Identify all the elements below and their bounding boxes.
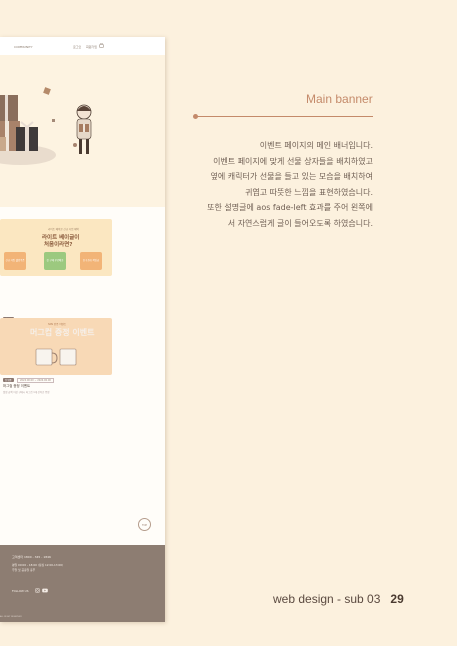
top-button[interactable]: TOP xyxy=(138,518,151,531)
card-banner-small: 라이트 베이글 신규 가입 혜택 xyxy=(48,228,79,231)
nav-community[interactable]: COMMUNITY xyxy=(14,45,33,49)
main-banner xyxy=(0,55,165,207)
footer-phone: 고객센터 1800 - 345 - 1846 xyxy=(12,555,51,559)
description-line: 이벤트 페이지의 메인 배너입니다. xyxy=(259,141,373,150)
youtube-icon[interactable] xyxy=(42,588,48,593)
status-badge: 진행중 xyxy=(3,378,14,382)
event-card-title[interactable]: 머그컵 증정 이벤트 xyxy=(3,383,30,388)
cart-icon[interactable] xyxy=(99,43,104,48)
section-heading: Main banner xyxy=(306,92,373,106)
description-line: 이벤트 페이지에 맞게 선물 상자들을 배치하였고 xyxy=(213,156,373,166)
mockup-header: COMMUNITY 로그인 회원가입 xyxy=(0,37,165,55)
footer-copyright: ALL RIGHT RESERVED xyxy=(0,616,22,618)
description-line: 서 자연스럽게 글이 들어오도록 하였습니다. xyxy=(227,218,373,228)
character-illustration xyxy=(76,104,92,154)
nav-login[interactable]: 로그인 xyxy=(73,45,81,49)
card-banner-small: SNS 인증 이벤트 xyxy=(48,323,67,326)
description-line: 또한 설명글에 aos fade-left 효과를 주어 왼쪽에 xyxy=(207,203,373,213)
description-line: 옆에 캐릭터가 선물을 들고 있는 모습을 배치하여 xyxy=(210,172,373,182)
benefit-chip-3: 친구초대 적립금 xyxy=(80,252,102,270)
footer-follow-label: FOLLOW US xyxy=(12,589,29,593)
card-banner-title: 머그컵 증정 이벤트 xyxy=(30,328,95,337)
description-text: 이벤트 페이지의 메인 배너입니다. 이벤트 페이지에 맞게 선물 상자들을 배… xyxy=(207,138,373,232)
benefit-chip-2: 첫 구매 무료배송 xyxy=(44,252,66,270)
event-card-signup-banner[interactable]: 라이트 베이글 신규 가입 혜택 라이트 베이글이 처음이라면? 신규 가입 웰… xyxy=(0,219,112,276)
footer-hours-2: 주말 및 공휴일 휴무 xyxy=(12,568,36,572)
event-card-desc: 일정 금액 이상 구매시 머그컵 1개 선착순 증정 xyxy=(3,391,50,394)
page-footer-label: web design - sub 03 xyxy=(273,592,381,606)
website-mockup: COMMUNITY 로그인 회원가입 라이트 베이글 신규 가입 혜택 라이트 … xyxy=(0,37,165,622)
event-card-mug-banner[interactable]: SNS 인증 이벤트 머그컵 증정 이벤트 xyxy=(0,318,112,375)
mug-illustration xyxy=(35,348,77,366)
page-number: 29 xyxy=(390,592,404,606)
footer-hours-1: 평일 09:00 - 18:00 (점심 12:00-13:00) xyxy=(12,563,64,567)
divider-line xyxy=(195,116,373,117)
description-line: 귀엽고 따뜻한 느낌을 표현하였습니다. xyxy=(245,187,373,197)
mockup-footer: 고객센터 1800 - 345 - 1846 평일 09:00 - 18:00 … xyxy=(0,545,165,622)
benefit-chip-1: 신규 가입 웰컴쿠폰 xyxy=(4,252,26,270)
nav-signup[interactable]: 회원가입 xyxy=(86,45,97,49)
card-banner-title-2: 처음이라면? xyxy=(44,242,73,248)
instagram-icon[interactable] xyxy=(35,588,40,593)
page-footer: web design - sub 03 29 xyxy=(273,592,404,606)
